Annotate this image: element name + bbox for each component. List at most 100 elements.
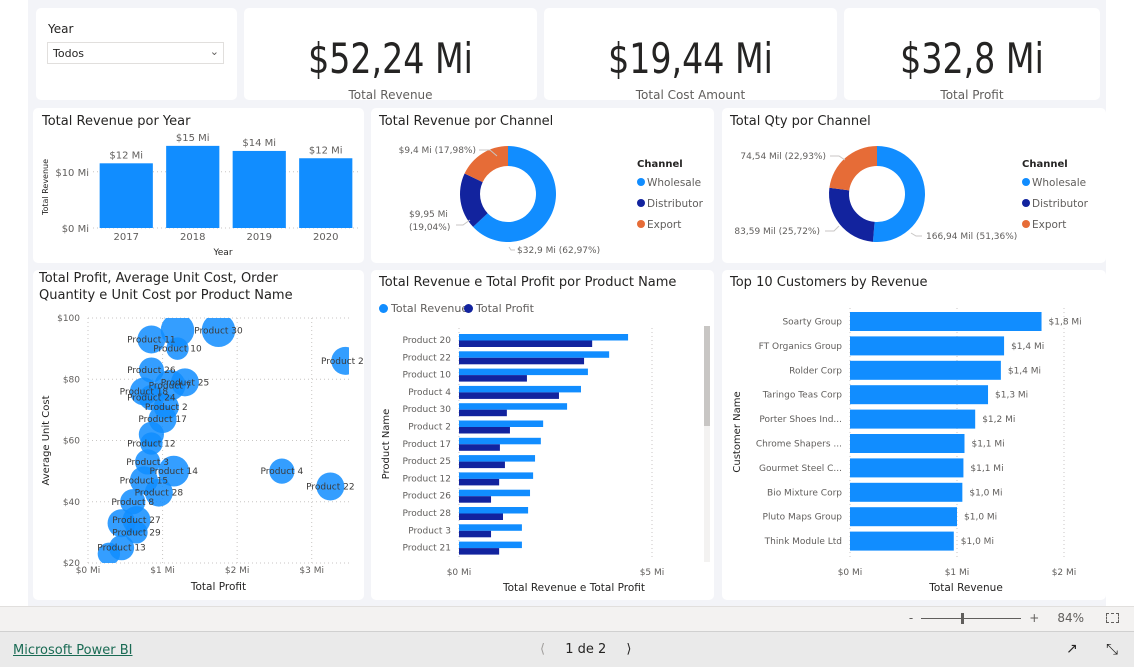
data-label: 83,59 Mil (25,72%) — [734, 227, 820, 237]
data-label: 166,94 Mil (51,36%) — [926, 232, 1017, 242]
data-label: $1,4 Mi — [1011, 342, 1044, 352]
y-tick-label: Product 17 — [403, 440, 452, 450]
power-bi-link[interactable]: Microsoft Power BI — [13, 643, 132, 658]
bar-total-revenue — [459, 541, 522, 549]
page-navigator: ⟨ 1 de 2 ⟩ — [540, 642, 632, 657]
y-axis-title: Customer Name — [732, 391, 743, 472]
legend-title: Channel — [637, 159, 683, 170]
x-tick-label: $1 Mi — [945, 568, 970, 578]
chart-top10-customers[interactable]: Top 10 Customers by Revenue $0 Mi $1 Mi $2… — [722, 270, 1106, 600]
y-axis-title: Total Revenue — [41, 159, 50, 216]
x-tick-label: $0 Mi — [447, 568, 472, 578]
donut-slice-wholesale — [872, 146, 925, 242]
x-tick-label: $3 Mi — [299, 566, 324, 576]
bar-total-revenue — [459, 403, 568, 410]
y-tick-label: Product 22 — [403, 353, 452, 363]
chart-revenue-by-year[interactable]: Total Revenue por Year $10 Mi $0 Mi Total … — [33, 108, 364, 263]
bar — [850, 458, 964, 478]
bubble-label: Product 8 — [111, 498, 154, 508]
bubble-label: Product 15 — [120, 476, 169, 486]
chart-profit-cost-scatter[interactable]: Total Profit, Average Unit Cost, Order Q… — [33, 270, 364, 600]
bar-total-revenue — [459, 489, 531, 497]
legend-dot-icon — [637, 199, 645, 207]
data-label: 74,54 Mil (22,93%) — [740, 152, 826, 162]
zoom-slider[interactable] — [921, 612, 1022, 624]
share-icon[interactable]: ↗ — [1066, 641, 1078, 657]
donut-slice-distributor — [829, 187, 875, 242]
bar — [166, 145, 220, 228]
bar-total-profit — [459, 461, 505, 469]
bar-total-profit — [459, 444, 500, 451]
legend-dot-icon — [637, 220, 645, 228]
y-tick-label: Product 10 — [403, 371, 452, 381]
zoom-in-button[interactable]: + — [1029, 611, 1039, 625]
bar-total-revenue — [459, 368, 588, 376]
data-label: $9,4 Mi (17,98%) — [399, 146, 476, 156]
bar-total-profit — [459, 375, 527, 382]
bubble-label: Product 27 — [112, 516, 161, 526]
y-tick-label: Product 4 — [408, 388, 451, 398]
bar-total-revenue — [459, 524, 522, 531]
bubble-label: Product 20 — [321, 357, 364, 367]
bar-total-revenue — [459, 420, 544, 427]
chart-qty-by-channel[interactable]: Total Qty por Channel 74,54 Mil (22,93%)… — [722, 108, 1106, 263]
bar-total-profit — [459, 496, 492, 503]
bubble-label: Product 12 — [127, 440, 176, 450]
bar — [850, 385, 989, 405]
bar-total-revenue — [459, 507, 529, 514]
y-tick-label: Pluto Maps Group — [763, 513, 843, 523]
bar — [850, 434, 965, 453]
year-dropdown[interactable]: Todos ⌄ — [47, 42, 224, 64]
y-tick-label: Soarty Group — [782, 318, 842, 328]
bar-total-profit — [459, 530, 492, 538]
legend-label: Distributor — [647, 198, 704, 210]
bar — [99, 163, 153, 228]
zoom-slider-thumb[interactable] — [961, 612, 965, 624]
bar — [850, 312, 1042, 331]
y-tick-label: $10 Mi — [55, 168, 89, 179]
scrollbar-thumb[interactable] — [704, 326, 710, 426]
kpi-value: $19,44 Mi — [608, 34, 773, 83]
y-tick-label: $60 — [63, 437, 80, 447]
next-page-icon[interactable]: ⟩ — [626, 642, 631, 657]
bar — [850, 507, 957, 527]
scrollbar-track[interactable] — [704, 326, 710, 562]
data-label: $12 Mi — [309, 145, 343, 156]
year-slicer: Year Todos ⌄ — [36, 8, 237, 100]
bar — [850, 531, 954, 551]
x-tick-label: 2018 — [180, 232, 205, 243]
x-tick-label: 2020 — [313, 232, 338, 243]
x-tick-label: $2 Mi — [225, 566, 250, 576]
kpi-value: $52,24 Mi — [308, 34, 473, 83]
data-label: $1,4 Mi — [1008, 366, 1041, 376]
x-axis-title: Year — [212, 248, 232, 258]
legend-label: Distributor — [1032, 198, 1089, 210]
bar — [850, 360, 1001, 380]
y-tick-label: Porter Shoes Ind... — [759, 415, 842, 425]
bar-total-profit — [459, 357, 585, 365]
bar-total-revenue — [459, 385, 581, 393]
slicer-label: Year — [48, 22, 74, 36]
bar-total-revenue — [459, 334, 629, 341]
scatter-plot: $20$40$60$80$100$0 Mi $1 Mi $2 Mi $3 MiProd… — [41, 314, 364, 593]
bar-total-revenue — [459, 455, 536, 462]
data-label: (19,04%) — [409, 223, 450, 233]
prev-page-icon[interactable]: ⟨ — [540, 642, 545, 657]
fit-to-page-icon[interactable] — [1106, 613, 1119, 623]
page-indicator: 1 de 2 — [565, 642, 607, 657]
legend-label: Export — [647, 219, 681, 231]
data-label: $1,0 Mi — [969, 488, 1002, 498]
y-tick-label: Product 2 — [408, 423, 451, 433]
data-label: $1,0 Mi — [961, 537, 994, 547]
bar — [299, 158, 353, 228]
y-tick-label: Product 3 — [408, 526, 451, 536]
chart-revenue-by-channel[interactable]: Total Revenue por Channel $9,4 Mi (17,98… — [371, 108, 714, 263]
kpi-label: Total Profit — [940, 88, 1004, 102]
chart-revenue-profit-by-product[interactable]: Total Revenue e Total Profit por Product… — [371, 270, 714, 600]
fullscreen-icon[interactable]: ⤡ — [1106, 640, 1118, 658]
y-tick-label: Product 25 — [403, 457, 452, 467]
status-bar: - + 84% — [0, 606, 1134, 631]
y-tick-label: $100 — [57, 314, 80, 324]
bar — [232, 150, 286, 228]
zoom-out-button[interactable]: - — [909, 611, 913, 625]
